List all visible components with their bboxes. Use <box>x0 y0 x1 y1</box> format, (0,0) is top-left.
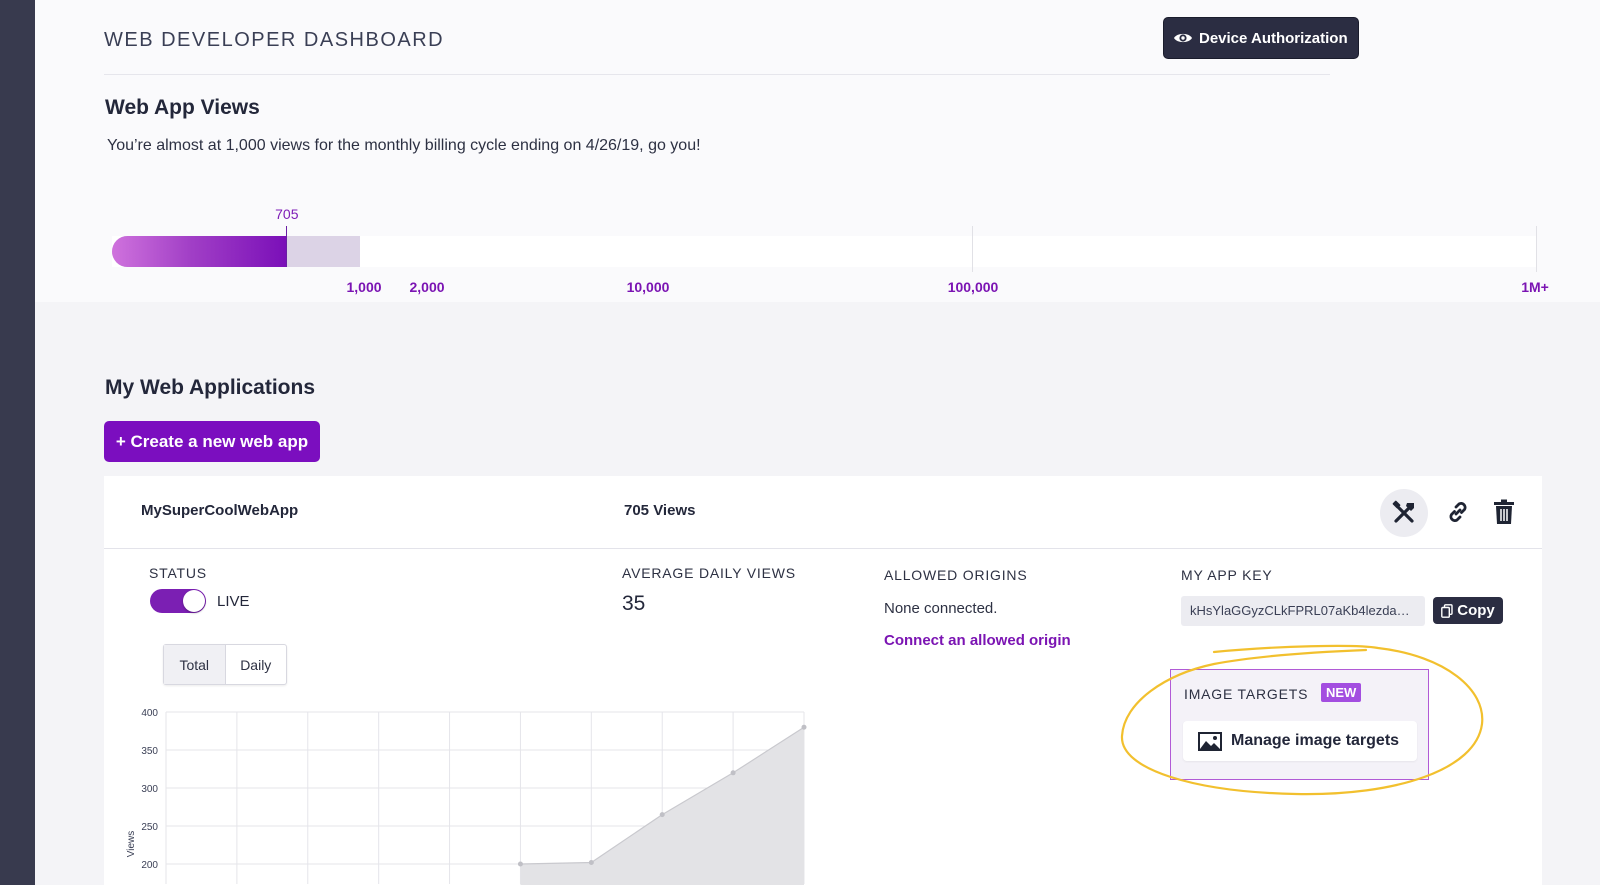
status-label: STATUS <box>149 565 207 581</box>
allowed-origins-label: ALLOWED ORIGINS <box>884 567 1028 583</box>
manage-image-targets-label: Manage image targets <box>1231 732 1400 749</box>
chart-point <box>801 724 807 730</box>
status-toggle[interactable] <box>150 589 206 613</box>
toggle-knob <box>183 590 205 612</box>
tab-daily[interactable]: Daily <box>226 645 287 684</box>
manage-image-targets-button[interactable]: Manage image targets <box>1183 721 1417 761</box>
chart-y-tick-label: 250 <box>141 822 158 833</box>
tick-label: 1,000 <box>346 279 382 295</box>
page-title: WEB DEVELOPER DASHBOARD <box>104 29 445 51</box>
delete-app-button[interactable] <box>1489 496 1519 528</box>
app-card-header: MySuperCoolWebApp 705 Views <box>104 476 1542 549</box>
image-icon <box>1198 731 1222 751</box>
sidebar <box>0 0 35 885</box>
copy-icon <box>1441 603 1453 618</box>
tick-line-1m <box>1536 226 1537 272</box>
link-icon <box>1449 502 1467 522</box>
chart-y-tick-label: 200 <box>141 860 158 871</box>
tick-label: 100,000 <box>947 279 999 295</box>
chart-point <box>517 861 523 867</box>
app-settings-button[interactable] <box>1380 489 1428 537</box>
header-divider <box>104 74 1330 75</box>
views-progress-fill <box>112 236 287 267</box>
chart-point <box>659 812 665 818</box>
connect-origin-link[interactable]: Connect an allowed origin <box>884 632 1071 649</box>
copy-key-button[interactable]: Copy <box>1433 597 1503 624</box>
views-chart: 400 350 300 250 200 Views <box>126 708 807 885</box>
chart-y-tick-label: 350 <box>141 746 158 757</box>
device-authorization-button[interactable]: Device Authorization <box>1163 17 1359 59</box>
tab-total[interactable]: Total <box>164 645 226 684</box>
my-web-applications-title: My Web Applications <box>105 376 316 399</box>
chart-y-tick-label: 300 <box>141 784 158 795</box>
tick-label: 10,000 <box>626 279 670 295</box>
average-daily-views-label: AVERAGE DAILY VIEWS <box>622 565 796 581</box>
tick-line-100k <box>972 226 973 272</box>
app-key-field[interactable]: kHsYlaGGyzCLkFPRL07aKb4lezda… <box>1181 596 1425 626</box>
app-card: MySuperCoolWebApp 705 Views STATUS LIVE … <box>104 476 1542 885</box>
chart-point <box>588 859 594 865</box>
views-description: You’re almost at 1,000 views for the mon… <box>107 137 701 154</box>
image-targets-panel: IMAGE TARGETS NEW Manage image targets <box>1170 669 1429 780</box>
new-badge: NEW <box>1321 683 1362 702</box>
create-web-app-button[interactable]: + Create a new web app <box>104 421 320 462</box>
chart-y-axis-label: Views <box>126 831 137 858</box>
tick-label: 2,000 <box>409 279 445 295</box>
eye-icon <box>1174 33 1192 43</box>
app-key-label: MY APP KEY <box>1181 567 1273 583</box>
allowed-origins-value: None connected. <box>884 600 998 617</box>
web-app-views-title: Web App Views <box>105 96 260 119</box>
tools-icon <box>1392 500 1414 523</box>
chart-point <box>730 770 736 776</box>
chart-y-tick-label: 400 <box>141 708 158 719</box>
views-current-marker <box>285 226 287 267</box>
device-authorization-label: Device Authorization <box>1199 29 1348 47</box>
copy-label: Copy <box>1457 602 1495 619</box>
views-current-label: 705 <box>275 206 299 222</box>
chart-tabs: Total Daily <box>163 644 287 685</box>
trash-icon <box>1494 499 1514 524</box>
tick-label: 1M+ <box>1521 279 1549 295</box>
app-name[interactable]: MySuperCoolWebApp <box>141 502 298 519</box>
average-daily-views-value: 35 <box>622 592 646 615</box>
app-views-count: 705 Views <box>624 502 696 519</box>
app-link-button[interactable] <box>1442 496 1474 528</box>
image-targets-label: IMAGE TARGETS <box>1184 686 1309 702</box>
status-value: LIVE <box>217 593 250 610</box>
